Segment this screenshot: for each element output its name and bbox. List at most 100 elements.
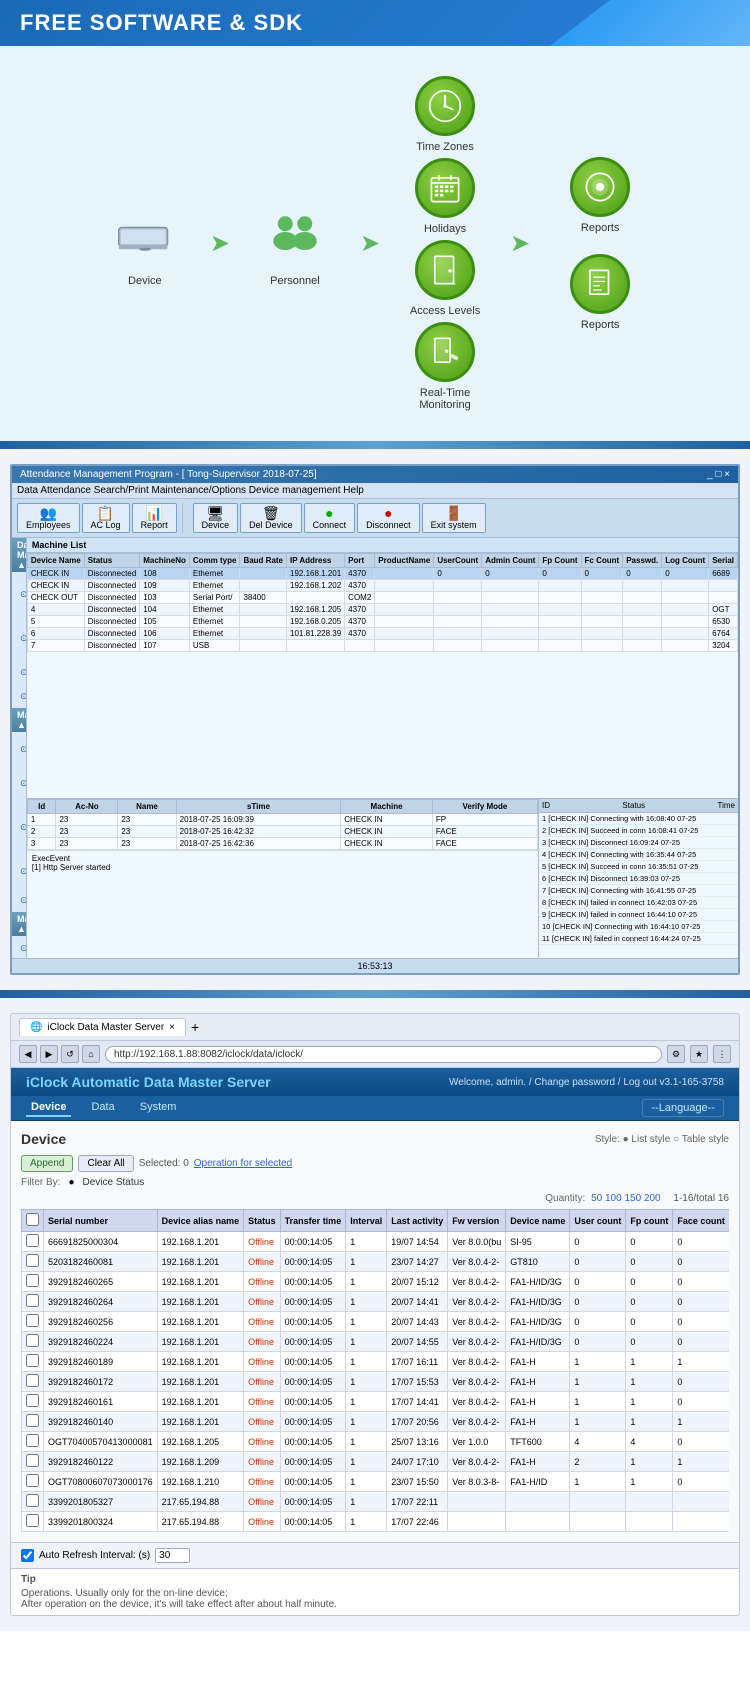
sidebar-backup-db[interactable]: ⊙Backup Database [12,660,27,684]
cell-check[interactable] [22,1432,44,1452]
row-checkbox[interactable] [26,1354,39,1367]
home-btn[interactable]: ⌂ [82,1045,100,1063]
sidebar-export-attendance[interactable]: ⊙Export Attendance Checking Data [12,616,27,660]
report-tab[interactable]: 📊 Report [132,503,177,533]
del-device-btn[interactable]: 🗑 Del Device [240,503,302,533]
cell-check[interactable] [22,1352,44,1372]
cell-check[interactable] [22,1232,44,1252]
auto-refresh-checkbox[interactable] [21,1549,34,1562]
nav-system[interactable]: System [135,1099,182,1117]
sidebar-maintenance-header[interactable]: Maintenance/Options ▲ [12,912,26,936]
row-checkbox[interactable] [26,1334,39,1347]
append-btn[interactable]: Append [21,1155,73,1172]
row-checkbox[interactable] [26,1414,39,1427]
device-row[interactable]: 3929182460122 192.168.1.209 Offline 00:0… [22,1452,730,1472]
cell-check[interactable] [22,1472,44,1492]
select-all-checkbox[interactable] [26,1213,39,1226]
tab-close-icon[interactable]: × [169,1022,175,1033]
machine-row[interactable]: 6 Disconnected 106 Ethernet 101.81.228.3… [27,628,737,640]
operation-btn[interactable]: Operation for selected [194,1158,292,1169]
device-row[interactable]: 3399201800324 217.65.194.88 Offline 00:0… [22,1512,730,1532]
machine-row[interactable]: 5 Disconnected 105 Ethernet 192.168.0.20… [27,616,737,628]
ams-menu-items[interactable]: Data Attendance Search/Print Maintenance… [17,485,364,496]
disconnect-btn[interactable]: ● Disconnect [357,503,420,533]
sidebar-ac-manage[interactable]: ⊙AC Manage [12,888,27,912]
refresh-btn[interactable]: ↺ [61,1045,79,1063]
sidebar-import-attendance[interactable]: ⊙Import Attendance Checking Data [12,572,27,616]
cell-check[interactable] [22,1492,44,1512]
device-btn[interactable]: 🖥 Device [193,503,239,533]
cell-check[interactable] [22,1272,44,1292]
row-checkbox[interactable] [26,1494,39,1507]
device-row[interactable]: 3929182460161 192.168.1.201 Offline 00:0… [22,1392,730,1412]
connect-btn[interactable]: ● Connect [304,503,356,533]
device-row[interactable]: 3399201805327 217.65.194.88 Offline 00:0… [22,1492,730,1512]
url-bar[interactable]: http://192.168.1.88:8082/iclock/data/icl… [105,1046,662,1063]
clear-btn[interactable]: Clear All [78,1155,133,1172]
machine-row[interactable]: CHECK IN Disconnected 109 Ethernet 192.1… [27,580,737,592]
sidebar-download-logs[interactable]: ⊙Download attendance logs [12,732,27,766]
sidebar-machine-header[interactable]: Machine ▲ [12,708,26,732]
device-row[interactable]: 3929182460140 192.168.1.201 Offline 00:0… [22,1412,730,1432]
machine-row[interactable]: CHECK IN Disconnected 108 Ethernet 192.1… [27,568,737,580]
exit-btn[interactable]: 🚪 Exit system [422,503,486,533]
device-row[interactable]: 3929182460256 192.168.1.201 Offline 00:0… [22,1312,730,1332]
device-row[interactable]: 3929182460172 192.168.1.201 Offline 00:0… [22,1372,730,1392]
device-row[interactable]: 5203182460081 192.168.1.201 Offline 00:0… [22,1252,730,1272]
employees-tab[interactable]: 👥 Employees [17,503,80,533]
row-checkbox[interactable] [26,1274,39,1287]
cell-check[interactable] [22,1312,44,1332]
row-checkbox[interactable] [26,1454,39,1467]
aclog-tab[interactable]: 📋 AC Log [82,503,130,533]
cell-check[interactable] [22,1252,44,1272]
cell-check[interactable] [22,1412,44,1432]
filter-option[interactable]: Device Status [83,1177,145,1188]
machine-row[interactable]: CHECK OUT Disconnected 103 Serial Port/ … [27,592,737,604]
cell-pass: 0 [623,568,662,580]
machine-row[interactable]: 4 Disconnected 104 Ethernet 192.168.1.20… [27,604,737,616]
row-checkbox[interactable] [26,1254,39,1267]
device-row[interactable]: OGT70800607073000176 192.168.1.210 Offli… [22,1472,730,1492]
row-checkbox[interactable] [26,1514,39,1527]
sidebar-dept[interactable]: ⊙Department List [12,936,27,958]
device-row[interactable]: 3929182460265 192.168.1.201 Offline 00:0… [22,1272,730,1292]
cell-check[interactable] [22,1392,44,1412]
sidebar-upload-user[interactable]: ⊙Upload user info and FP [12,800,27,854]
row-checkbox[interactable] [26,1394,39,1407]
language-btn[interactable]: --Language-- [642,1099,724,1117]
row-checkbox[interactable] [26,1434,39,1447]
sidebar-photo[interactable]: ⊙Attendance Photo Management [12,854,27,888]
device-row[interactable]: 66691825000304 192.168.1.201 Offline 00:… [22,1232,730,1252]
device-row[interactable]: 3929182460264 192.168.1.201 Offline 00:0… [22,1292,730,1312]
forward-btn[interactable]: ▶ [40,1045,58,1063]
nav-device[interactable]: Device [26,1099,71,1117]
cell-ip [287,640,345,652]
row-checkbox[interactable] [26,1474,39,1487]
device-row[interactable]: 3929182460189 192.168.1.201 Offline 00:0… [22,1352,730,1372]
star-btn[interactable]: ★ [690,1045,708,1063]
cell-check[interactable] [22,1452,44,1472]
cell-check[interactable] [22,1332,44,1352]
settings-btn[interactable]: ⚙ [667,1045,685,1063]
device-row[interactable]: OGT70400570413000081 192.168.1.205 Offli… [22,1432,730,1452]
device-row[interactable]: 3929182460224 192.168.1.201 Offline 00:0… [22,1332,730,1352]
new-tab-btn[interactable]: + [191,1019,199,1035]
refresh-interval-input[interactable] [155,1548,190,1563]
row-checkbox[interactable] [26,1294,39,1307]
sidebar-udisk[interactable]: ⊙U-Disk Manage [12,684,27,708]
cell-check[interactable] [22,1372,44,1392]
quantity-options[interactable]: 50 100 150 200 [591,1193,661,1204]
ams-menubar[interactable]: Data Attendance Search/Print Maintenance… [12,483,738,499]
machine-row[interactable]: 7 Disconnected 107 USB 3204 [27,640,737,652]
cell-check[interactable] [22,1512,44,1532]
tools-btn[interactable]: ⋮ [713,1045,731,1063]
sidebar-download-user[interactable]: ⊙Download user info and Fp [12,766,27,800]
back-btn[interactable]: ◀ [19,1045,37,1063]
nav-data[interactable]: Data [86,1099,119,1117]
browser-tab[interactable]: 🌐 iClock Data Master Server × [19,1018,186,1036]
row-checkbox[interactable] [26,1314,39,1327]
cell-check[interactable] [22,1292,44,1312]
row-checkbox[interactable] [26,1374,39,1387]
row-checkbox[interactable] [26,1234,39,1247]
sidebar-data-maintenance-header[interactable]: Data Maintenance ▲ [12,538,26,572]
